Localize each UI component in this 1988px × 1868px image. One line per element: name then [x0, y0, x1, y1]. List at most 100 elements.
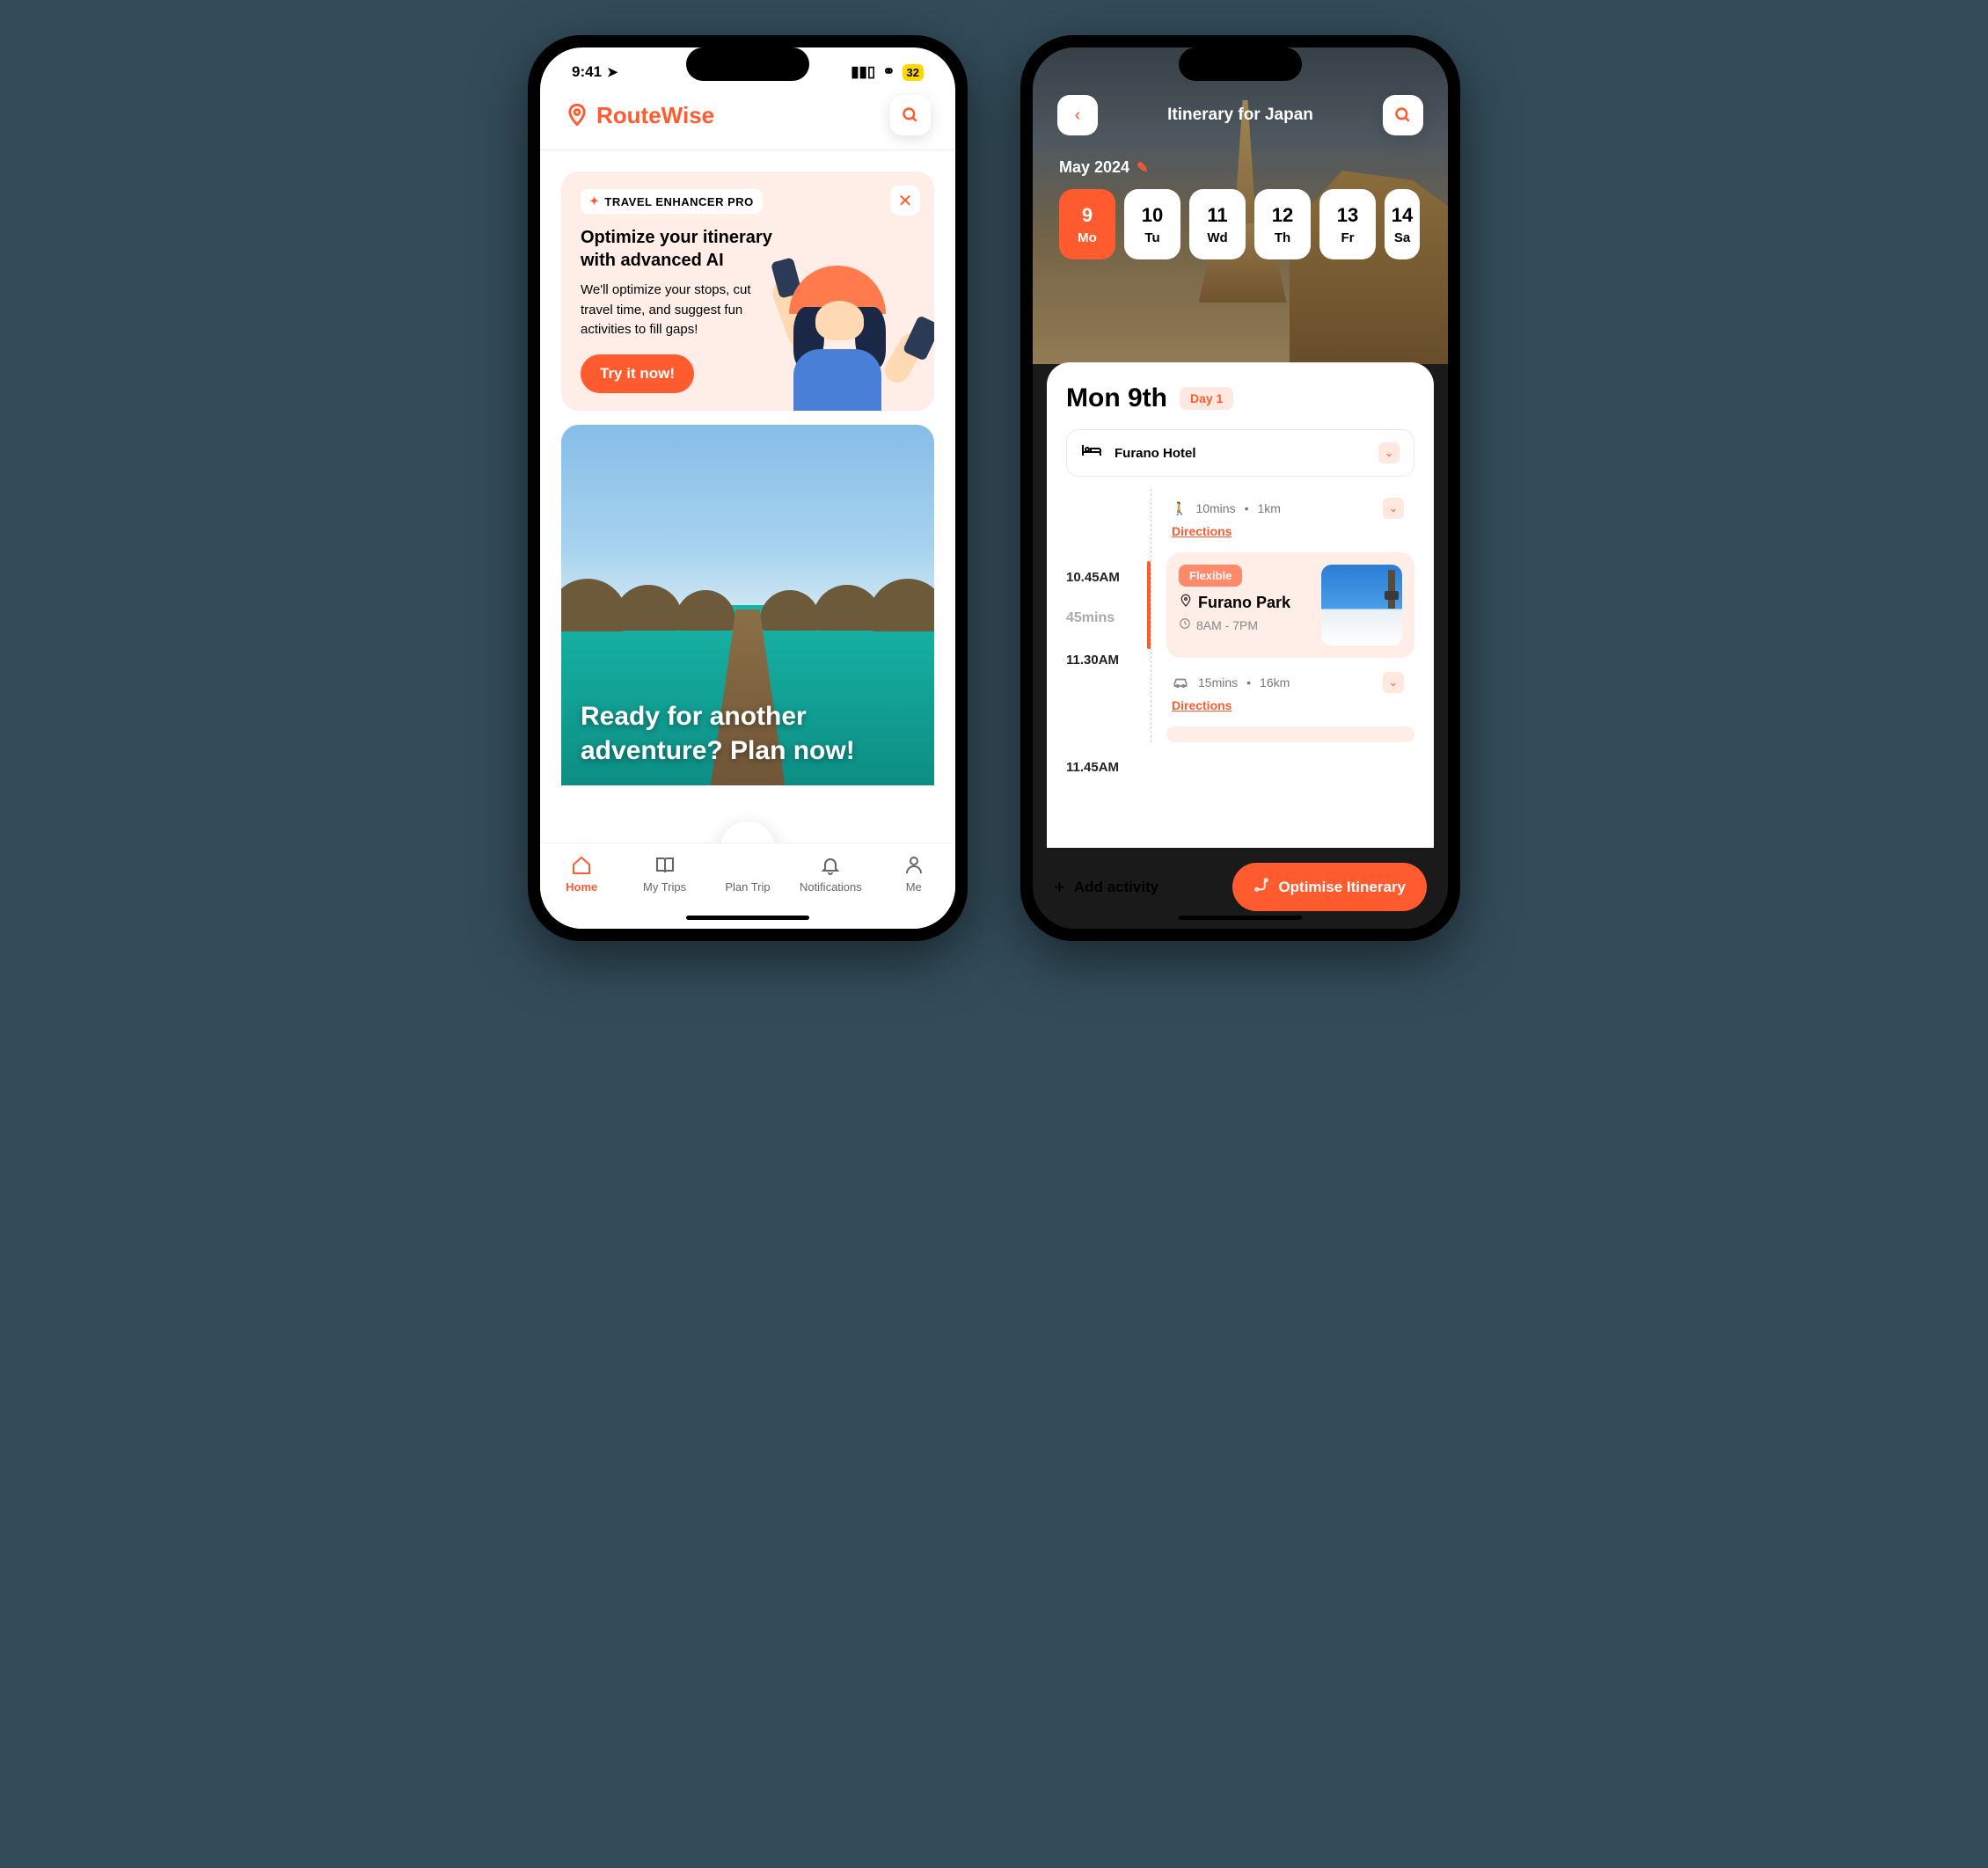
- day-dow: Sa: [1394, 230, 1410, 245]
- optimise-label: Optimise Itinerary: [1278, 879, 1406, 896]
- signal-icon: ▮▮▯: [851, 63, 875, 81]
- day-num: 14: [1392, 204, 1413, 227]
- day-num: 9: [1082, 204, 1093, 227]
- app-header: RouteWise: [540, 86, 955, 150]
- promo-card: ✦ TRAVEL ENHANCER PRO ✕ Optimize your it…: [561, 171, 934, 411]
- phone-home: 9:41 ➤ ▮▮▯ ⚭ 32 RouteWise: [528, 35, 968, 941]
- promo-badge: ✦ TRAVEL ENHANCER PRO: [581, 189, 763, 214]
- travel-dist: 16km: [1260, 675, 1290, 690]
- chevron-left-icon: ‹: [1075, 106, 1081, 126]
- bottom-actions: + Add activity Optimise Itinerary: [1054, 863, 1427, 911]
- itinerary-title: Itinerary for Japan: [1167, 106, 1313, 125]
- day-dow: Mo: [1078, 230, 1097, 245]
- phone-itinerary: 9:41 ➤ ▮▮▯ ⚭ 32 ‹ Itinerary for Japan Ma…: [1020, 35, 1460, 941]
- chevron-down-icon[interactable]: ⌄: [1378, 442, 1400, 463]
- close-icon: ✕: [898, 190, 913, 212]
- promo-illustration: [758, 235, 934, 411]
- month-selector[interactable]: May 2024 ✎: [1033, 135, 1448, 189]
- day-chip-14[interactable]: 14 Sa: [1385, 189, 1420, 259]
- directions-link[interactable]: Directions: [1172, 698, 1414, 712]
- brand-text: RouteWise: [596, 102, 714, 129]
- day-num: 12: [1272, 204, 1293, 227]
- day-num: 13: [1337, 204, 1358, 227]
- promo-cta-button[interactable]: Try it now!: [581, 354, 694, 393]
- battery-badge: 32: [903, 64, 924, 81]
- day-chip-10[interactable]: 10 Tu: [1124, 189, 1180, 259]
- travel-dist: 1km: [1257, 501, 1280, 515]
- day-num: 11: [1207, 204, 1227, 227]
- day-chip-12[interactable]: 12 Th: [1254, 189, 1311, 259]
- activity-card-partial[interactable]: [1166, 726, 1414, 742]
- back-button[interactable]: ‹: [1057, 95, 1098, 135]
- activity-thumbnail: [1321, 565, 1402, 646]
- tab-home[interactable]: Home: [546, 854, 617, 894]
- promo-close-button[interactable]: ✕: [890, 186, 920, 215]
- days-scroll[interactable]: 9 Mo 10 Tu 11 Wd 12 Th 13 Fr 14 Sa: [1033, 189, 1448, 259]
- search-icon: [1394, 106, 1412, 124]
- search-button[interactable]: [1383, 95, 1423, 135]
- day-dow: Tu: [1144, 230, 1159, 245]
- day-badge: Day 1: [1180, 387, 1233, 410]
- pin-icon: [1179, 594, 1193, 612]
- tab-trips-label: My Trips: [643, 880, 686, 894]
- pencil-icon: ✎: [1137, 159, 1148, 177]
- day-num: 10: [1142, 204, 1163, 227]
- flexible-badge: Flexible: [1179, 565, 1242, 587]
- itinerary-sheet: Mon 9th Day 1 Furano Hotel ⌄ 🚶 10mins: [1047, 362, 1434, 848]
- activity-card[interactable]: Flexible Furano Park 8AM - 7PM: [1166, 552, 1414, 658]
- hero-headline: Ready for another adventure? Plan now!: [581, 699, 915, 768]
- day-dow: Wd: [1207, 230, 1227, 245]
- promo-desc: We'll optimize your stops, cut travel ti…: [581, 281, 783, 340]
- home-icon: [570, 854, 593, 877]
- travel-segment-2: 15mins • 16km ⌄ Directions: [1151, 663, 1414, 721]
- tab-notifications[interactable]: Notifications: [795, 854, 866, 894]
- hero-card[interactable]: Ready for another adventure? Plan now!: [561, 425, 934, 785]
- optimise-button[interactable]: Optimise Itinerary: [1232, 863, 1427, 911]
- activity-name-text: Furano Park: [1198, 594, 1290, 612]
- brand[interactable]: RouteWise: [565, 102, 714, 129]
- day-chip-13[interactable]: 13 Fr: [1319, 189, 1376, 259]
- itinerary-header: ‹ Itinerary for Japan: [1033, 86, 1448, 135]
- home-indicator: [1179, 916, 1302, 920]
- dot-sep: •: [1245, 501, 1249, 515]
- bed-icon: [1081, 443, 1102, 463]
- day-chip-9[interactable]: 9 Mo: [1059, 189, 1115, 259]
- search-button[interactable]: [890, 95, 931, 135]
- bell-icon: [819, 854, 842, 877]
- travel-time: 10mins: [1195, 501, 1235, 515]
- dot-sep: •: [1246, 675, 1251, 690]
- travel-time: 15mins: [1198, 675, 1238, 690]
- tab-mytrips[interactable]: My Trips: [630, 854, 700, 894]
- hotel-card[interactable]: Furano Hotel ⌄: [1066, 429, 1414, 477]
- travel-segment-1: 🚶 10mins • 1km ⌄ Directions: [1151, 489, 1414, 547]
- time-end: 11.30AM: [1066, 653, 1119, 668]
- activity-hours-text: 8AM - 7PM: [1196, 618, 1258, 632]
- day-dow: Fr: [1341, 230, 1355, 245]
- add-activity-button[interactable]: + Add activity: [1054, 876, 1158, 899]
- clock-icon: [1179, 617, 1191, 632]
- location-arrow-icon: ➤: [607, 64, 618, 80]
- time-next: 11.45AM: [1066, 760, 1119, 775]
- car-icon: [1172, 675, 1189, 691]
- search-icon: [902, 106, 919, 124]
- directions-link[interactable]: Directions: [1172, 524, 1414, 538]
- chevron-down-icon[interactable]: ⌄: [1383, 672, 1404, 693]
- day-chip-11[interactable]: 11 Wd: [1189, 189, 1246, 259]
- tab-me[interactable]: Me: [879, 854, 949, 894]
- tab-plan-label: Plan Trip: [725, 880, 770, 894]
- tab-me-label: Me: [906, 880, 922, 894]
- timeline: 🚶 10mins • 1km ⌄ Directions 10.45AM 45mi…: [1066, 489, 1414, 742]
- promo-badge-text: TRAVEL ENHANCER PRO: [604, 195, 753, 208]
- tab-plantrip[interactable]: Plan Trip: [713, 854, 783, 894]
- time-start: 10.45AM: [1066, 570, 1120, 585]
- chevron-down-icon[interactable]: ⌄: [1383, 498, 1404, 519]
- user-icon: [903, 854, 925, 877]
- day-dow: Th: [1275, 230, 1290, 245]
- brand-pin-icon: [565, 103, 589, 128]
- month-label: May 2024: [1059, 158, 1129, 177]
- tab-notif-label: Notifications: [800, 880, 862, 894]
- book-icon: [654, 854, 676, 877]
- duration-label: 45mins: [1066, 610, 1115, 626]
- sparkle-icon: ✦: [589, 194, 599, 208]
- hotel-name: Furano Hotel: [1115, 446, 1196, 461]
